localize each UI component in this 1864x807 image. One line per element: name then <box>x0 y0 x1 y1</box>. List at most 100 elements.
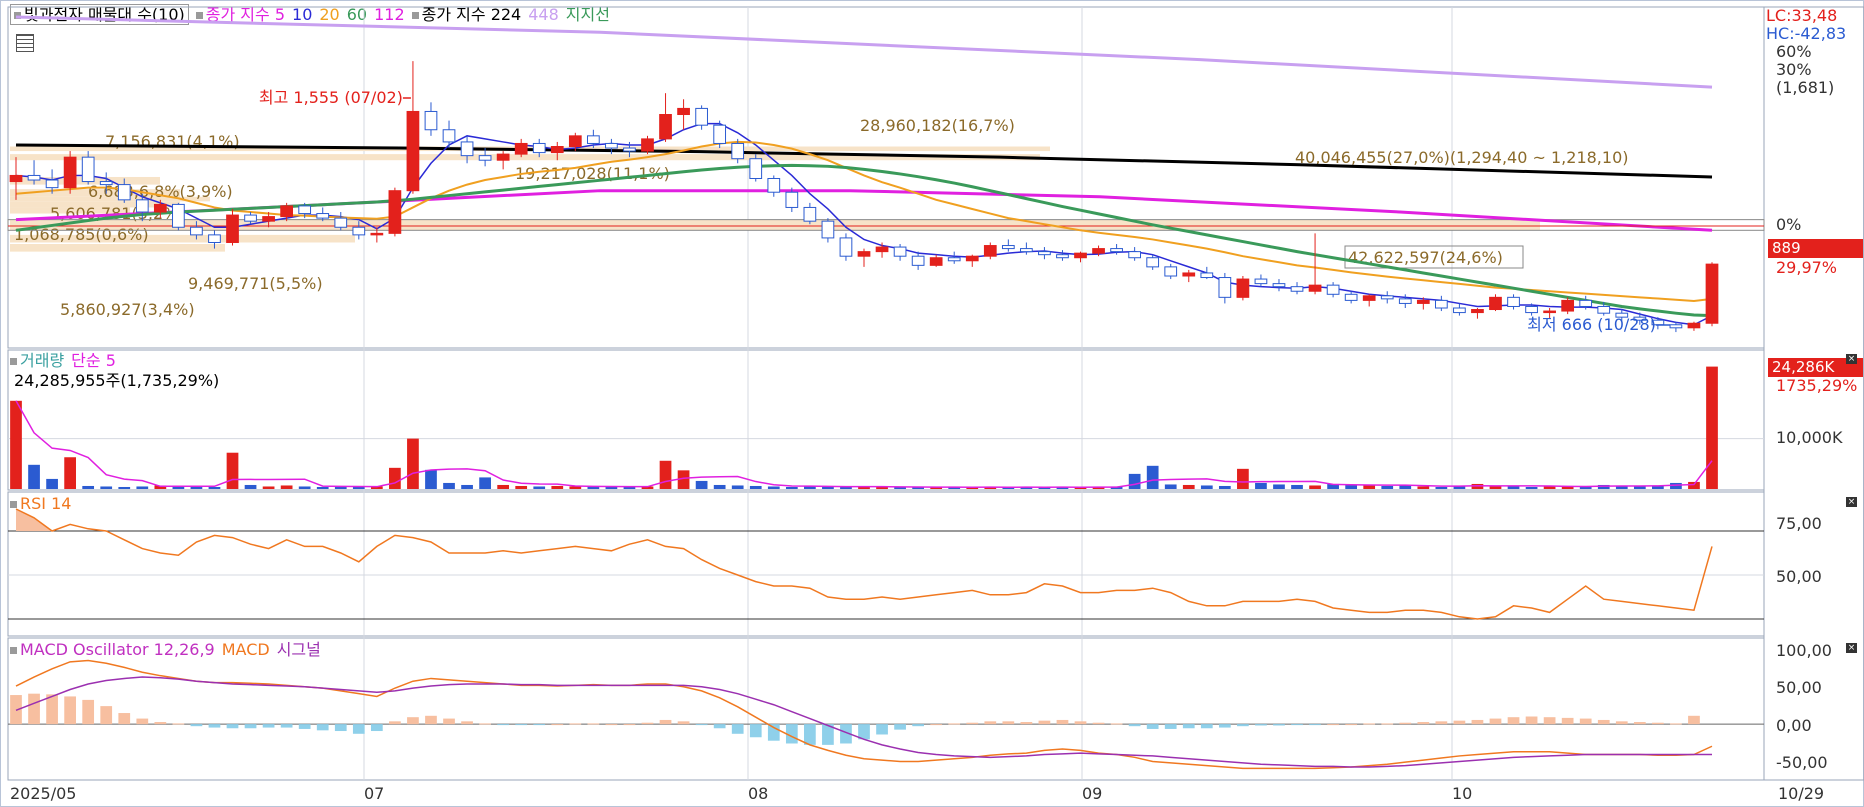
macd-osc-bar <box>208 724 221 728</box>
volume-bar <box>731 485 744 489</box>
macd-osc-bar <box>479 723 491 725</box>
candle <box>803 206 817 222</box>
candle <box>550 146 564 154</box>
macd-osc-bar <box>370 724 383 732</box>
volume-bar <box>10 400 22 489</box>
volume-bar <box>352 486 365 489</box>
rsi-line <box>15 508 1713 620</box>
macd-osc-bar <box>533 724 546 726</box>
macd-osc-bar <box>172 723 185 725</box>
volume-bar <box>659 460 672 489</box>
macd-osc-bar <box>425 715 437 725</box>
candle <box>1272 283 1286 288</box>
volume-bar <box>1146 465 1159 489</box>
volume-bar <box>1543 486 1556 489</box>
volume-bar <box>1633 486 1646 489</box>
volume-bar <box>316 486 329 489</box>
volume-bar <box>461 484 473 489</box>
volume-bar <box>1417 486 1430 489</box>
macd-osc-bar <box>118 713 131 725</box>
volume-ma-line <box>15 400 1713 489</box>
volume-profile-label: 5,860,927(3,4%) <box>60 300 195 319</box>
candle <box>460 141 474 157</box>
candle <box>496 153 510 161</box>
candle <box>965 255 979 262</box>
macd-osc-bar <box>1597 719 1610 725</box>
macd-osc-bar <box>1200 724 1213 729</box>
volume-bar <box>1525 486 1538 489</box>
volume-bar <box>1435 486 1448 489</box>
candle <box>695 107 708 126</box>
volume-bar <box>1255 482 1267 489</box>
candle <box>983 245 997 257</box>
volume-bar <box>587 486 600 489</box>
candle <box>1597 305 1611 314</box>
macd-osc-bar <box>100 706 113 725</box>
volume-bar <box>1363 485 1376 489</box>
macd-osc-bar <box>569 723 582 725</box>
macd-osc-bar <box>1056 719 1069 725</box>
candle <box>1074 252 1087 259</box>
macd-osc-bar <box>1218 724 1231 728</box>
macd-osc-bar <box>1092 722 1105 725</box>
candle <box>641 138 654 152</box>
candle <box>1416 299 1430 304</box>
volume-profile-band <box>10 244 225 252</box>
candle <box>1001 245 1015 250</box>
macd-osc-bar <box>1688 715 1700 725</box>
candle <box>1525 305 1538 314</box>
candle <box>1489 296 1502 311</box>
macd-osc-bar <box>1525 716 1538 725</box>
macd-osc-bar <box>1561 717 1574 725</box>
candle <box>334 217 348 228</box>
candle <box>839 237 853 257</box>
macd-osc-bar <box>930 724 943 726</box>
volume-bar <box>1273 484 1285 489</box>
candle <box>1687 322 1701 329</box>
macd-osc-bar <box>1435 721 1448 725</box>
candle <box>947 257 961 262</box>
candle <box>9 174 23 183</box>
macd-osc-bar <box>551 724 564 726</box>
volume-bar <box>100 486 113 489</box>
candle <box>1380 295 1394 300</box>
candle <box>1092 248 1105 254</box>
macd-osc-bar <box>804 724 816 745</box>
macd-osc-bar <box>352 724 365 734</box>
candle <box>893 246 907 257</box>
candle <box>1056 254 1069 259</box>
high-annotation: 최고 1,555 (07/02) <box>259 88 403 107</box>
candle <box>929 257 943 266</box>
macd-osc-bar <box>1652 722 1664 725</box>
volume-bar <box>1507 486 1520 489</box>
macd-osc-bar <box>641 722 654 725</box>
volume-profile-label: 28,960,182(16,7%) <box>860 116 1015 135</box>
volume-profile-label: 7,156,831(4,1%) <box>105 132 240 151</box>
candle <box>1344 293 1358 301</box>
volume-bar <box>713 484 726 489</box>
candle <box>1579 299 1593 307</box>
candle <box>1236 278 1250 298</box>
candle <box>478 155 492 161</box>
macd-osc-bar <box>1670 723 1682 725</box>
macd-osc-bar <box>389 721 401 725</box>
ma448-line <box>15 15 1713 89</box>
macd-osc-bar <box>1309 724 1321 726</box>
candle <box>767 178 781 193</box>
macd-osc-bar <box>226 724 239 729</box>
macd-osc-bar <box>28 693 40 725</box>
candle <box>1182 272 1196 277</box>
candle <box>1471 309 1484 314</box>
candle <box>1146 257 1160 268</box>
candle <box>605 142 618 149</box>
macd-osc-bar <box>1363 723 1376 725</box>
volume-bar <box>1688 481 1700 489</box>
macd-osc-bar <box>966 722 979 725</box>
candle <box>659 114 672 140</box>
volume-bar <box>208 486 221 489</box>
candle <box>1038 251 1051 256</box>
candle <box>226 214 239 243</box>
candle <box>1254 278 1268 285</box>
candle <box>117 184 131 201</box>
volume-bar <box>425 469 437 489</box>
